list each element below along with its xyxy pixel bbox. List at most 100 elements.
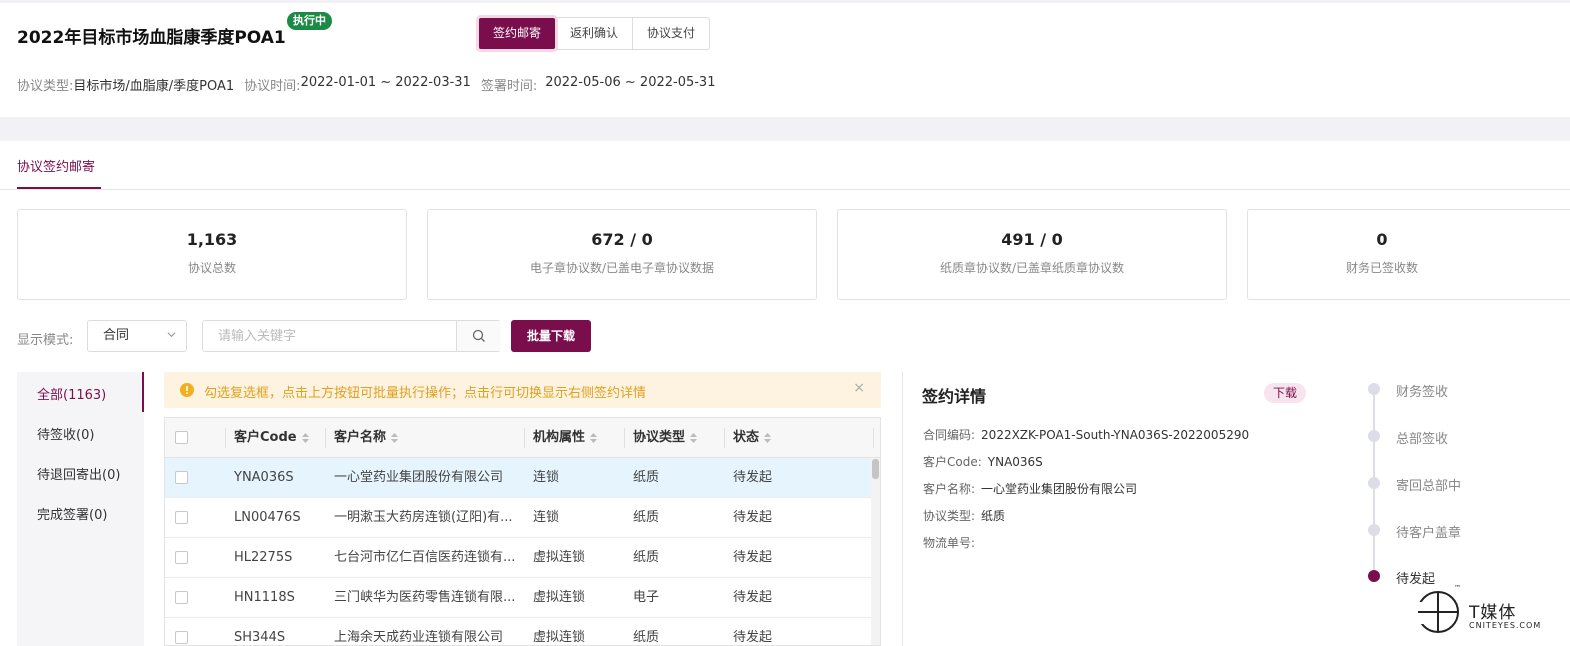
- tab-rebate-confirm[interactable]: 返利确认: [555, 18, 632, 49]
- row-checkbox[interactable]: [175, 631, 188, 644]
- sort-icon: [764, 432, 772, 443]
- table-row[interactable]: SH344S 上海余天成药业连锁有限公司 虚拟连锁 纸质 待发起: [165, 618, 873, 645]
- warning-icon: [180, 383, 194, 397]
- display-mode-value: 合同: [103, 328, 130, 343]
- cell-type: 纸质: [633, 510, 660, 525]
- active-filter-indicator: [142, 372, 144, 412]
- close-icon[interactable]: ×: [853, 380, 865, 396]
- table-row[interactable]: HL2275S 七台河市亿仁百信医药连锁有... 虚拟连锁 纸质 待发起: [165, 538, 873, 578]
- trademark-mark: ™: [1454, 584, 1461, 592]
- sidebar-item-pending-return[interactable]: 待退回寄出(0): [37, 464, 120, 483]
- search-icon: [472, 329, 485, 342]
- sort-icon: [301, 432, 309, 443]
- column-divider: [873, 428, 874, 448]
- cell-type: 纸质: [633, 470, 660, 485]
- watermark-subtext: CNITEYES.COM: [1469, 621, 1542, 630]
- sidebar-item-all[interactable]: 全部(1163): [37, 384, 106, 403]
- timeline-dot: [1368, 430, 1380, 442]
- cell-code: YNA036S: [234, 470, 294, 485]
- tab-agreement-payment[interactable]: 协议支付: [632, 18, 709, 49]
- row-checkbox[interactable]: [175, 551, 188, 564]
- stat-card-electronic: 672 / 0 电子章协议数/已盖电子章协议数据: [427, 209, 817, 300]
- panel-divider: [902, 372, 903, 646]
- meta-type-label: 协议类型:: [17, 79, 74, 94]
- cell-type: 纸质: [633, 630, 660, 645]
- table-header: 客户Code 客户名称 机构属性 协议类型 状态: [165, 418, 880, 458]
- cell-name: 上海余天成药业连锁有限公司: [334, 630, 504, 645]
- sort-icon: [590, 432, 598, 443]
- cell-code: HL2275S: [234, 550, 293, 565]
- detail-agreement-type: 协议类型: 纸质: [923, 509, 1006, 523]
- cell-type: 电子: [633, 590, 660, 605]
- column-header-name[interactable]: 客户名称: [334, 418, 399, 458]
- tab-agreement-sign-mail[interactable]: 协议签约邮寄: [17, 156, 95, 175]
- cell-status: 待发起: [733, 510, 773, 525]
- table-row[interactable]: HN1118S 三门峡华为医药零售连锁有限... 虚拟连锁 电子 待发起: [165, 578, 873, 618]
- stat-label: 电子章协议数/已盖电子章协议数据: [529, 261, 715, 275]
- cell-code: SH344S: [234, 630, 286, 645]
- stat-value: 0: [1376, 230, 1388, 249]
- scrollbar-thumb[interactable]: [872, 459, 879, 479]
- stat-card-finance: 0 财务已签收数: [1247, 209, 1570, 300]
- column-divider: [524, 428, 525, 448]
- cell-org: 连锁: [533, 510, 560, 525]
- search-input[interactable]: [203, 321, 456, 351]
- timeline-step-finance: 财务签收: [1396, 385, 1449, 400]
- search-button[interactable]: [456, 321, 501, 351]
- cell-name: 一明漱玉大药房连锁(辽阳)有...: [334, 510, 513, 525]
- cell-status: 待发起: [733, 590, 773, 605]
- table-scrollbar[interactable]: [871, 458, 880, 645]
- stat-label: 协议总数: [187, 261, 236, 275]
- tab-sign-mail[interactable]: 签约邮寄: [479, 18, 556, 49]
- chevron-down-icon: [167, 332, 176, 338]
- select-all-checkbox[interactable]: [175, 431, 188, 444]
- cell-org: 虚拟连锁: [533, 590, 586, 605]
- timeline-step-customer-stamp: 待客户盖章: [1396, 526, 1462, 541]
- display-mode-select[interactable]: 合同: [87, 320, 187, 352]
- timeline-step-hq-receipt: 总部签收: [1396, 432, 1449, 447]
- timeline-dot: [1368, 477, 1380, 489]
- stat-value: 1,163: [186, 230, 238, 249]
- column-header-status[interactable]: 状态: [733, 418, 772, 458]
- row-checkbox[interactable]: [175, 591, 188, 604]
- detail-tracking-number: 物流单号:: [923, 536, 976, 550]
- cell-org: 虚拟连锁: [533, 550, 586, 565]
- info-alert: 勾选复选框，点击上方按钮可批量执行操作；点击行可切换显示右侧签约详情 ×: [164, 372, 881, 408]
- status-filter-sidebar: 全部(1163) 待签收(0) 待退回寄出(0) 完成签署(0): [17, 372, 144, 646]
- column-divider: [724, 428, 725, 448]
- meta-sign-label: 签署时间:: [480, 79, 538, 94]
- display-mode-label: 显示模式:: [17, 333, 74, 348]
- cell-status: 待发起: [733, 630, 773, 645]
- cell-org: 虚拟连锁: [533, 630, 586, 645]
- table-row[interactable]: YNA036S 一心堂药业集团股份有限公司 连锁 纸质 待发起: [165, 458, 873, 498]
- cell-status: 待发起: [733, 470, 773, 485]
- stat-card-total: 1,163 协议总数: [17, 209, 407, 300]
- cell-status: 待发起: [733, 550, 773, 565]
- alert-text: 勾选复选框，点击上方按钮可批量执行操作；点击行可切换显示右侧签约详情: [204, 386, 647, 401]
- meta-sign-value: 2022-05-06 ~ 2022-05-31: [545, 75, 716, 90]
- sidebar-item-completed[interactable]: 完成签署(0): [37, 504, 107, 523]
- detail-contract-code: 合同编码: 2022XZK-POA1-South-YNA036S-20220052…: [923, 428, 1250, 442]
- active-tab-indicator: [17, 187, 101, 189]
- row-checkbox[interactable]: [175, 471, 188, 484]
- table-row[interactable]: LN00476S 一明漱玉大药房连锁(辽阳)有... 连锁 纸质 待发起: [165, 498, 873, 538]
- cell-type: 纸质: [633, 550, 660, 565]
- agreement-meta: 协议类型: 目标市场/血脂康/季度POA1 协议时间: 2022-01-01 ~…: [17, 75, 725, 94]
- row-checkbox[interactable]: [175, 511, 188, 524]
- subtab-bar: 协议签约邮寄: [0, 141, 1570, 190]
- download-button[interactable]: 下载: [1264, 383, 1307, 403]
- cell-name: 三门峡华为医药零售连锁有限...: [334, 590, 516, 605]
- meta-type-value: 目标市场/血脂康/季度POA1: [73, 79, 235, 94]
- batch-download-button[interactable]: 批量下载: [511, 320, 591, 352]
- column-header-code[interactable]: 客户Code: [234, 418, 310, 458]
- timeline-dot: [1368, 524, 1380, 536]
- detail-title: 签约详情: [922, 387, 987, 406]
- column-header-type[interactable]: 协议类型: [633, 418, 698, 458]
- timeline-dot-active: [1368, 570, 1380, 582]
- timeline-step-initiate: 待发起: [1396, 572, 1436, 587]
- timeline-dot: [1368, 383, 1380, 395]
- sort-icon: [391, 432, 399, 443]
- column-header-org[interactable]: 机构属性: [533, 418, 598, 458]
- sidebar-item-pending-receipt[interactable]: 待签收(0): [37, 424, 94, 443]
- agreement-table: 客户Code 客户名称 机构属性 协议类型 状态 YNA036S 一心堂药业集团…: [164, 417, 881, 646]
